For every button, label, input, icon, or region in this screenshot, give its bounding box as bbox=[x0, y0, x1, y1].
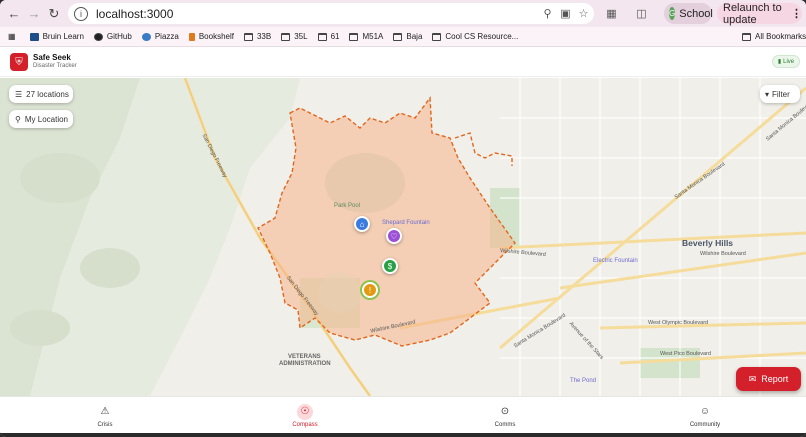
bookmark-item[interactable]: Bruin Learn bbox=[29, 32, 84, 41]
map-label-the-pond: The Pond bbox=[570, 378, 597, 384]
bookmark-item[interactable]: GitHub bbox=[93, 32, 132, 41]
app-subtitle: Disaster Tracker bbox=[33, 63, 77, 69]
tab-compass[interactable]: ☉ Compass bbox=[265, 397, 345, 434]
road-label-west-pico: West Pico Boulevard bbox=[660, 351, 711, 357]
report-label: Report bbox=[761, 374, 789, 384]
all-bookmarks-button[interactable]: All Bookmarks bbox=[742, 32, 806, 41]
bookmark-item[interactable]: Piazza bbox=[141, 32, 179, 41]
folder-icon bbox=[281, 32, 291, 41]
bookmarks-bar: ▦ Bruin Learn GitHub Piazza Bookshelf 33… bbox=[0, 27, 806, 47]
report-button[interactable]: ✉ Report bbox=[736, 367, 801, 391]
bookmark-folder[interactable]: Baja bbox=[393, 32, 422, 41]
filter-icon: ▾ bbox=[765, 89, 770, 99]
tab-label: Crisis bbox=[97, 421, 113, 428]
filter-label: Filter bbox=[772, 89, 790, 99]
relaunch-label: Relaunch to update bbox=[723, 1, 782, 26]
tab-label: Comms bbox=[494, 421, 516, 428]
folder-icon bbox=[349, 32, 359, 41]
heart-pin-icon[interactable]: ♡ bbox=[386, 228, 402, 244]
money-pin-icon[interactable]: $ bbox=[382, 258, 398, 274]
tab-crisis[interactable]: ⚠ Crisis bbox=[65, 397, 145, 434]
bottom-nav: ⚠ Crisis ☉ Compass ⊙ Comms ☺ Community bbox=[0, 396, 806, 433]
tab-community[interactable]: ☺ Community bbox=[665, 397, 745, 434]
my-location-button[interactable]: ⚲ My Location bbox=[9, 110, 73, 128]
map-label-veterans: VETERANS bbox=[288, 354, 321, 360]
road-label-west-olympic: West Olympic Boulevard bbox=[648, 320, 709, 326]
extensions-icon[interactable]: ▦ bbox=[604, 6, 619, 21]
filter-button[interactable]: ▾ Filter bbox=[760, 85, 800, 103]
folder-icon bbox=[317, 32, 327, 41]
bookmark-folder[interactable]: M51A bbox=[349, 32, 383, 41]
locations-count-label: 27 locations bbox=[26, 89, 69, 99]
megaphone-icon: ✉ bbox=[748, 373, 757, 384]
radio-icon: ⊙ bbox=[500, 406, 510, 417]
address-bar[interactable]: i localhost:3000 ⚲ ▣ ☆ bbox=[68, 3, 594, 24]
map-label-administration: ADMINISTRATION bbox=[279, 361, 331, 367]
map-base bbox=[0, 78, 806, 396]
location-pin-icon: ⚲ bbox=[15, 114, 21, 124]
folder-icon bbox=[243, 32, 253, 41]
window-bottom-edge bbox=[0, 433, 806, 437]
map-view[interactable]: Beverly Hills Park Pool Shepard Fountain… bbox=[0, 78, 806, 396]
warning-icon: ⚠ bbox=[100, 406, 110, 417]
back-icon[interactable]: ← bbox=[4, 4, 24, 24]
folder-icon bbox=[393, 32, 403, 41]
location-icon[interactable]: ⚲ bbox=[540, 6, 555, 21]
tab-label: Compass bbox=[292, 421, 318, 428]
site-info-icon[interactable]: i bbox=[74, 6, 88, 21]
browser-window: ← → ↻ i localhost:3000 ⚲ ▣ ☆ ▦ ◫ G Schoo… bbox=[0, 0, 806, 437]
my-location-label: My Location bbox=[24, 114, 68, 124]
home-pin-icon[interactable]: ⌂ bbox=[354, 216, 370, 232]
map-label-beverly-hills: Beverly Hills bbox=[682, 238, 734, 248]
browser-toolbar: ← → ↻ i localhost:3000 ⚲ ▣ ☆ ▦ ◫ G Schoo… bbox=[0, 0, 806, 27]
bookmark-folder[interactable]: 61 bbox=[317, 32, 339, 41]
live-badge: ▮ Live bbox=[772, 55, 800, 68]
forward-icon[interactable]: → bbox=[24, 4, 44, 24]
piazza-icon bbox=[141, 32, 151, 41]
profile-label: School bbox=[679, 7, 713, 20]
reload-icon[interactable]: ↻ bbox=[44, 4, 64, 24]
side-panel-icon[interactable]: ◫ bbox=[634, 6, 649, 21]
cast-icon[interactable]: ▣ bbox=[558, 6, 573, 21]
locations-count-chip[interactable]: ☰ 27 locations bbox=[9, 85, 73, 103]
road-label-wilshire-2: Wilshire Boulevard bbox=[700, 251, 746, 257]
profile-button[interactable]: G School bbox=[664, 3, 713, 24]
bruin-learn-icon bbox=[29, 32, 39, 41]
app-title: Safe Seek bbox=[33, 53, 71, 62]
tab-label: Community bbox=[689, 421, 721, 428]
tab-comms[interactable]: ⊙ Comms bbox=[465, 397, 545, 434]
folder-icon bbox=[432, 32, 442, 41]
alert-pin-icon[interactable]: ! bbox=[362, 282, 378, 298]
layers-icon: ☰ bbox=[15, 89, 23, 99]
bookmark-folder[interactable]: 35L bbox=[281, 32, 308, 41]
map-label-shepard-fountain: Shepard Fountain bbox=[382, 220, 430, 226]
github-icon bbox=[93, 32, 103, 41]
bookmark-item[interactable]: Bookshelf bbox=[188, 32, 234, 41]
folder-icon bbox=[742, 32, 751, 41]
bookmark-folder[interactable]: 33B bbox=[243, 32, 271, 41]
profile-avatar: G bbox=[669, 7, 676, 20]
kebab-menu-icon[interactable]: ⋮ bbox=[791, 7, 802, 20]
compass-icon: ☉ bbox=[297, 403, 313, 420]
map-label-park-pool: Park Pool bbox=[334, 203, 361, 209]
star-icon[interactable]: ☆ bbox=[576, 6, 591, 21]
url-text: localhost:3000 bbox=[96, 6, 174, 21]
users-icon: ☺ bbox=[699, 406, 711, 417]
bookmark-folder[interactable]: Cool CS Resource... bbox=[432, 32, 518, 41]
map-label-electric-fountain: Electric Fountain bbox=[593, 258, 638, 264]
bookshelf-icon bbox=[188, 32, 195, 41]
app-header: ⛨ Safe Seek Disaster Tracker ▮ Live bbox=[0, 47, 806, 77]
signal-icon: ▮ bbox=[777, 59, 782, 65]
apps-grid-icon[interactable]: ▦ bbox=[8, 32, 16, 41]
shield-logo-icon: ⛨ bbox=[10, 53, 28, 71]
relaunch-button[interactable]: Relaunch to update ⋮ bbox=[717, 1, 802, 26]
